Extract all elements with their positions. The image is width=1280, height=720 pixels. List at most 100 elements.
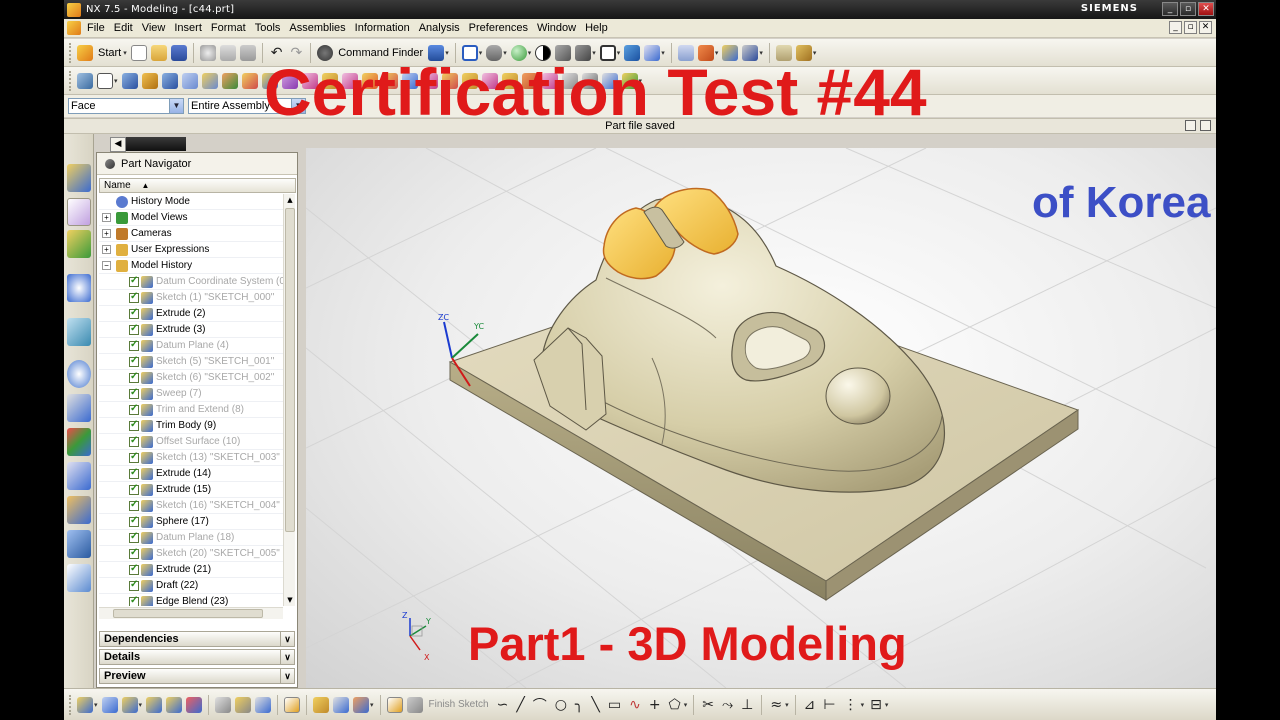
navigator-scrollbar[interactable]: ▲ ▼	[283, 194, 295, 606]
chamfer-sketch-icon[interactable]: ╲	[591, 697, 599, 713]
type-filter-select[interactable]: Face ▼	[68, 98, 184, 114]
part-navigator-icon[interactable]	[67, 198, 91, 226]
add-component-icon[interactable]	[121, 696, 138, 713]
visibility-checkbox[interactable]	[129, 483, 139, 495]
start-button[interactable]: Start	[98, 47, 121, 59]
wave-icon[interactable]	[215, 696, 232, 713]
chevron-left-icon[interactable]: ◀	[110, 136, 126, 152]
column-header-name[interactable]: Name ▲	[99, 178, 296, 193]
minimize-button[interactable]: _	[1162, 2, 1178, 16]
doc-restore-button[interactable]: ▫	[1184, 21, 1197, 34]
tree-node[interactable]: + Cameras	[99, 226, 285, 242]
expand-toggle-icon[interactable]: +	[102, 245, 111, 254]
reuse-library-icon[interactable]	[67, 230, 91, 258]
feature-node[interactable]: Extrude (21)	[99, 562, 285, 578]
visibility-checkbox[interactable]	[129, 547, 139, 559]
manufacturing-wizard-icon[interactable]	[67, 462, 91, 490]
web-browser-icon[interactable]	[67, 318, 91, 346]
assembly-navigator-icon[interactable]	[67, 164, 91, 192]
scroll-thumb[interactable]	[285, 208, 295, 532]
visibility-checkbox[interactable]	[129, 499, 139, 511]
cut-icon[interactable]	[199, 44, 216, 61]
tree-node[interactable]: + Model Views	[99, 210, 285, 226]
visibility-checkbox[interactable]	[129, 275, 139, 287]
feature-node[interactable]: Datum Plane (18)	[99, 530, 285, 546]
visibility-checkbox[interactable]	[129, 435, 139, 447]
status-toggle-icon[interactable]	[1185, 120, 1196, 131]
history-icon[interactable]	[67, 360, 91, 388]
subtract-icon[interactable]	[241, 72, 258, 89]
menu-insert[interactable]: Insert	[171, 22, 208, 34]
visibility-checkbox[interactable]	[129, 563, 139, 575]
visibility-checkbox[interactable]	[129, 531, 139, 543]
revolve-icon[interactable]	[141, 72, 158, 89]
circle-icon[interactable]: ○	[555, 697, 567, 713]
quick-extend-icon[interactable]: ⤳	[722, 697, 733, 713]
paste-icon[interactable]	[239, 44, 256, 61]
dimension-icon[interactable]: ⊢	[823, 697, 835, 713]
panel-details[interactable]: Details ∨	[99, 649, 295, 665]
boss-icon[interactable]	[181, 72, 198, 89]
model-scene[interactable]: ZC YC Z Y X	[306, 148, 1216, 688]
feature-node[interactable]: Sketch (13) "SKETCH_003"	[99, 450, 285, 466]
feature-node[interactable]: Extrude (15)	[99, 482, 285, 498]
scroll-down-icon[interactable]: ▼	[284, 594, 296, 606]
visibility-checkbox[interactable]	[129, 403, 139, 415]
unite-icon[interactable]	[221, 72, 238, 89]
open-folder-icon[interactable]	[150, 44, 167, 61]
mate-icon[interactable]	[186, 696, 203, 713]
visibility-checkbox[interactable]	[129, 323, 139, 335]
menu-tools[interactable]: Tools	[252, 22, 287, 34]
sketch-icon[interactable]	[77, 72, 93, 89]
feature-node[interactable]: Sketch (5) "SKETCH_001"	[99, 354, 285, 370]
sequence-icon[interactable]	[284, 696, 301, 713]
constraint-icon[interactable]	[166, 696, 183, 713]
save-icon[interactable]	[170, 44, 187, 61]
geometric-constraints-icon[interactable]: ⊿	[804, 697, 816, 713]
hd3d-tools-icon[interactable]	[67, 274, 91, 302]
point-icon[interactable]: +	[649, 697, 661, 713]
pocket-icon[interactable]	[201, 72, 218, 89]
snap-icon[interactable]	[77, 696, 93, 713]
profile-icon[interactable]: ∽	[497, 697, 509, 713]
feature-node[interactable]: Sketch (1) "SKETCH_000"	[99, 290, 285, 306]
palette-icon[interactable]	[67, 564, 91, 592]
constraint-nav-icon[interactable]	[353, 696, 370, 713]
new-file-icon[interactable]	[130, 44, 147, 61]
feature-node[interactable]: Extrude (3)	[99, 322, 285, 338]
visibility-checkbox[interactable]	[129, 355, 139, 367]
visibility-checkbox[interactable]	[129, 419, 139, 431]
start-icon[interactable]	[77, 44, 93, 61]
toolbar-grip[interactable]	[69, 42, 72, 63]
visibility-checkbox[interactable]	[129, 291, 139, 303]
visibility-checkbox[interactable]	[129, 451, 139, 463]
make-corner-icon[interactable]: ⊥	[741, 697, 753, 713]
menu-edit[interactable]: Edit	[111, 22, 139, 34]
document-icon[interactable]	[67, 21, 81, 35]
feature-node[interactable]: Sketch (16) "SKETCH_004"	[99, 498, 285, 514]
panel-dependencies[interactable]: Dependencies ∨	[99, 631, 295, 647]
studio-spline-icon[interactable]: ∿	[629, 697, 641, 713]
system-scenes-icon[interactable]	[67, 530, 91, 558]
arc-icon[interactable]: ⌒	[533, 695, 547, 715]
menu-assemblies[interactable]: Assemblies	[286, 22, 351, 34]
navigator-hscrollbar[interactable]	[99, 607, 283, 619]
expand-toggle-icon[interactable]: −	[102, 261, 111, 270]
visibility-checkbox[interactable]	[129, 387, 139, 399]
explode-icon[interactable]	[255, 696, 272, 713]
visibility-checkbox[interactable]	[129, 371, 139, 383]
expand-toggle-icon[interactable]: +	[102, 213, 111, 222]
feature-node[interactable]: Sweep (7)	[99, 386, 285, 402]
feature-node[interactable]: Offset Surface (10)	[99, 434, 285, 450]
trackball-sphere[interactable]	[825, 367, 891, 425]
rectangle-icon[interactable]: ▭	[608, 697, 621, 713]
feature-node[interactable]: Sketch (6) "SKETCH_002"	[99, 370, 285, 386]
feature-node[interactable]: Draft (22)	[99, 578, 285, 594]
auto-constrain-icon[interactable]: ⋮	[844, 697, 858, 713]
visibility-checkbox[interactable]	[129, 307, 139, 319]
feature-node[interactable]: Extrude (14)	[99, 466, 285, 482]
graphics-window[interactable]: ZC YC Z Y X	[306, 148, 1216, 688]
panel-preview[interactable]: Preview ∨	[99, 668, 295, 684]
visibility-checkbox[interactable]	[129, 339, 139, 351]
menu-analysis[interactable]: Analysis	[416, 22, 466, 34]
